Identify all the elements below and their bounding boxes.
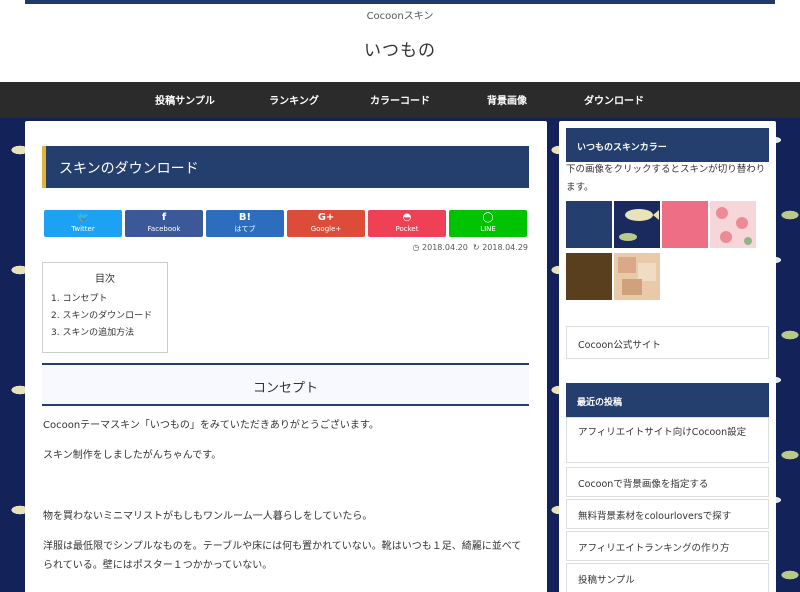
twitter-icon: 🐦	[76, 212, 90, 223]
share-facebook-button[interactable]: f Facebook	[125, 210, 203, 237]
sidebar: いつものスキンカラー 下の画像をクリックするとスキンが切り替わります。 Coco…	[559, 121, 776, 592]
collage-icon	[618, 257, 656, 295]
toc-item[interactable]: 1. コンセプト	[51, 291, 107, 304]
recent-post-link[interactable]: アフィリエイトサイト向けCocoon設定	[566, 417, 769, 463]
nav-item-download[interactable]: ダウンロード	[559, 92, 669, 107]
share-label: Pocket	[395, 225, 419, 233]
share-label: LINE	[480, 225, 496, 233]
share-twitter-button[interactable]: 🐦 Twitter	[44, 210, 122, 237]
article-title: スキンのダウンロード	[42, 146, 529, 188]
share-label: Facebook	[147, 225, 181, 233]
paragraph: 洋服は最低限でシンプルなものを。テーブルや床には何も置かれていない。靴はいつも１…	[43, 541, 522, 571]
share-line-button[interactable]: ◯ LINE	[449, 210, 527, 237]
googleplus-icon: G+	[317, 212, 335, 223]
date-updated: 2018.04.29	[482, 243, 528, 252]
main-content: スキンのダウンロード 🐦 Twitter f Facebook B! はてブ G…	[25, 121, 547, 592]
recent-post-link[interactable]: 無料背景素材をcolourloversで探す	[566, 499, 769, 529]
share-hatebu-button[interactable]: B! はてブ	[206, 210, 284, 237]
date-posted: 2018.04.20	[422, 243, 468, 252]
header-accent-line	[25, 0, 775, 4]
brown-swatch[interactable]	[566, 253, 612, 300]
toc-item[interactable]: 3. スキンの追加方法	[51, 325, 134, 338]
collage-pattern-swatch[interactable]	[614, 253, 660, 300]
nav-item-post-sample[interactable]: 投稿サンプル	[130, 92, 240, 107]
recent-post-link[interactable]: 投稿サンプル	[566, 563, 769, 592]
pocket-icon: ◓	[402, 212, 412, 223]
update-icon: ↻	[470, 243, 480, 252]
toc-item[interactable]: 2. スキンのダウンロード	[51, 308, 152, 321]
color-widget-title: いつものスキンカラー	[566, 128, 769, 162]
navy-swatch[interactable]	[566, 201, 612, 248]
share-label: はてブ	[234, 225, 256, 233]
paragraph: 物を買わないミニマリストがもしもワンルーム一人暮らしをしていたら。	[43, 511, 373, 522]
recent-post-link[interactable]: Cocoonで背景画像を指定する	[566, 467, 769, 497]
section-heading: コンセプト	[42, 363, 529, 406]
line-icon: ◯	[482, 212, 494, 223]
toc-title: 目次	[95, 274, 115, 285]
recent-posts-title: 最近の投稿	[566, 383, 769, 417]
nav-item-background[interactable]: 背景画像	[452, 92, 562, 107]
nav-item-color-code[interactable]: カラーコード	[345, 92, 455, 107]
paragraph: Cocoonテーマスキン「いつもの」をみていただきありがとうございます。	[43, 420, 379, 431]
fish-pattern-swatch[interactable]	[614, 201, 660, 248]
clock-icon: ◷	[412, 243, 420, 252]
fish-icon	[619, 209, 659, 241]
facebook-icon: f	[161, 212, 167, 223]
pink-swatch[interactable]	[662, 201, 708, 248]
global-nav: 投稿サンプル ランキング カラーコード 背景画像 ダウンロード	[0, 82, 800, 118]
share-label: Twitter	[71, 225, 95, 233]
rose-icon	[716, 207, 752, 245]
hatebu-icon: B!	[238, 212, 252, 223]
site-tagline: Cocoonスキン	[366, 11, 434, 22]
color-widget-desc: 下の画像をクリックするとスキンが切り替わります。	[566, 164, 766, 193]
table-of-contents: 目次 1. コンセプト 2. スキンのダウンロード 3. スキンの追加方法	[42, 262, 168, 353]
site-header: Cocoonスキン いつもの	[0, 0, 800, 82]
rose-pattern-swatch[interactable]	[710, 201, 756, 248]
share-pocket-button[interactable]: ◓ Pocket	[368, 210, 446, 237]
nav-item-ranking[interactable]: ランキング	[239, 92, 349, 107]
post-dates: ◷ 2018.04.20 ↻ 2018.04.29	[25, 243, 529, 252]
paragraph: スキン制作をしましたがんちゃんです。	[43, 450, 222, 461]
recent-post-link[interactable]: アフィリエイトランキングの作り方	[566, 531, 769, 561]
site-title[interactable]: いつもの	[0, 36, 800, 61]
share-googleplus-button[interactable]: G+ Google+	[287, 210, 365, 237]
cocoon-official-link[interactable]: Cocoon公式サイト	[566, 326, 769, 359]
share-label: Google+	[310, 225, 342, 233]
